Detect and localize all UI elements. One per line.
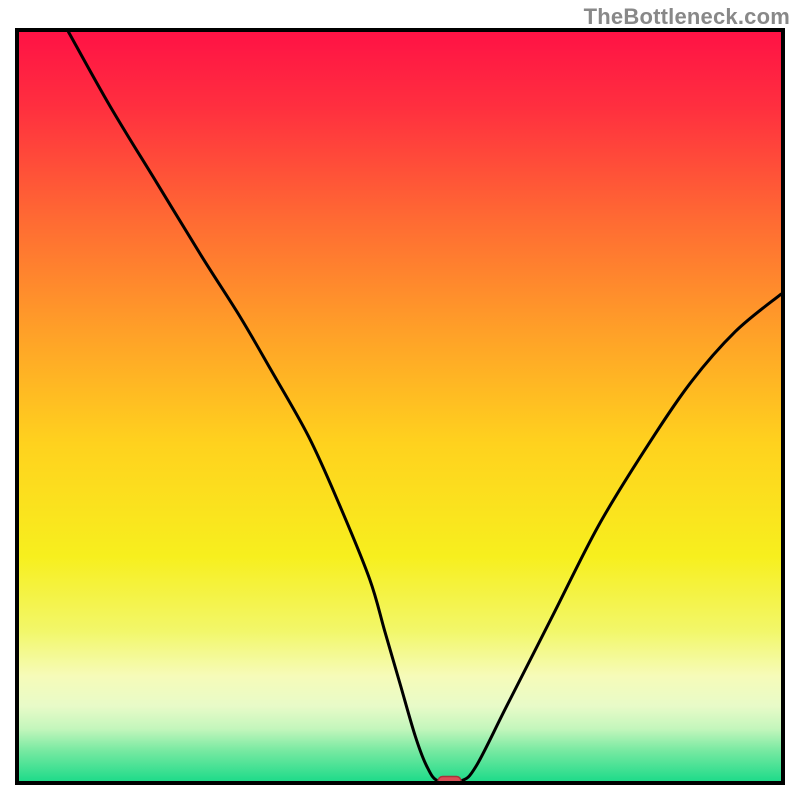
plot-frame <box>15 28 785 785</box>
optimal-point-marker <box>438 777 461 781</box>
chart-container: TheBottleneck.com <box>0 0 800 800</box>
watermark-text: TheBottleneck.com <box>584 4 790 30</box>
plot-svg <box>19 32 781 781</box>
